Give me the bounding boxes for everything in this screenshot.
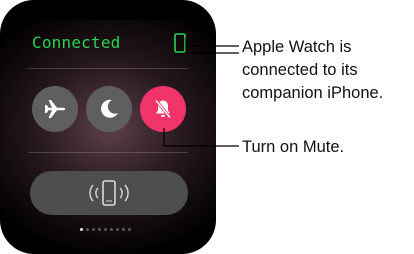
page-dot xyxy=(86,228,89,231)
bottom-divider xyxy=(28,152,188,153)
page-dot xyxy=(98,228,101,231)
page-indicator xyxy=(80,228,131,231)
page-dot xyxy=(122,228,125,231)
connection-status: Connected xyxy=(32,33,121,52)
ping-iphone-button[interactable] xyxy=(30,171,188,215)
bell-slash-icon xyxy=(154,99,172,119)
airplane-icon xyxy=(45,100,66,118)
moon-icon xyxy=(101,99,118,118)
callout-leader-connected xyxy=(185,38,239,54)
page-dot xyxy=(80,228,83,231)
page-dot xyxy=(104,228,107,231)
page-dot xyxy=(116,228,119,231)
page-dot xyxy=(92,228,95,231)
page-dot xyxy=(128,228,131,231)
callout-leader-mute xyxy=(163,128,239,147)
callout-connected: Apple Watch is connected to its companio… xyxy=(242,38,384,102)
mute-button[interactable] xyxy=(140,86,186,132)
callout-mute: Turn on Mute. xyxy=(242,138,345,156)
top-divider xyxy=(28,68,188,69)
do-not-disturb-button[interactable] xyxy=(86,86,132,132)
airplane-mode-button[interactable] xyxy=(32,86,78,132)
ping-iphone-icon xyxy=(89,180,129,206)
page-dot xyxy=(110,228,113,231)
